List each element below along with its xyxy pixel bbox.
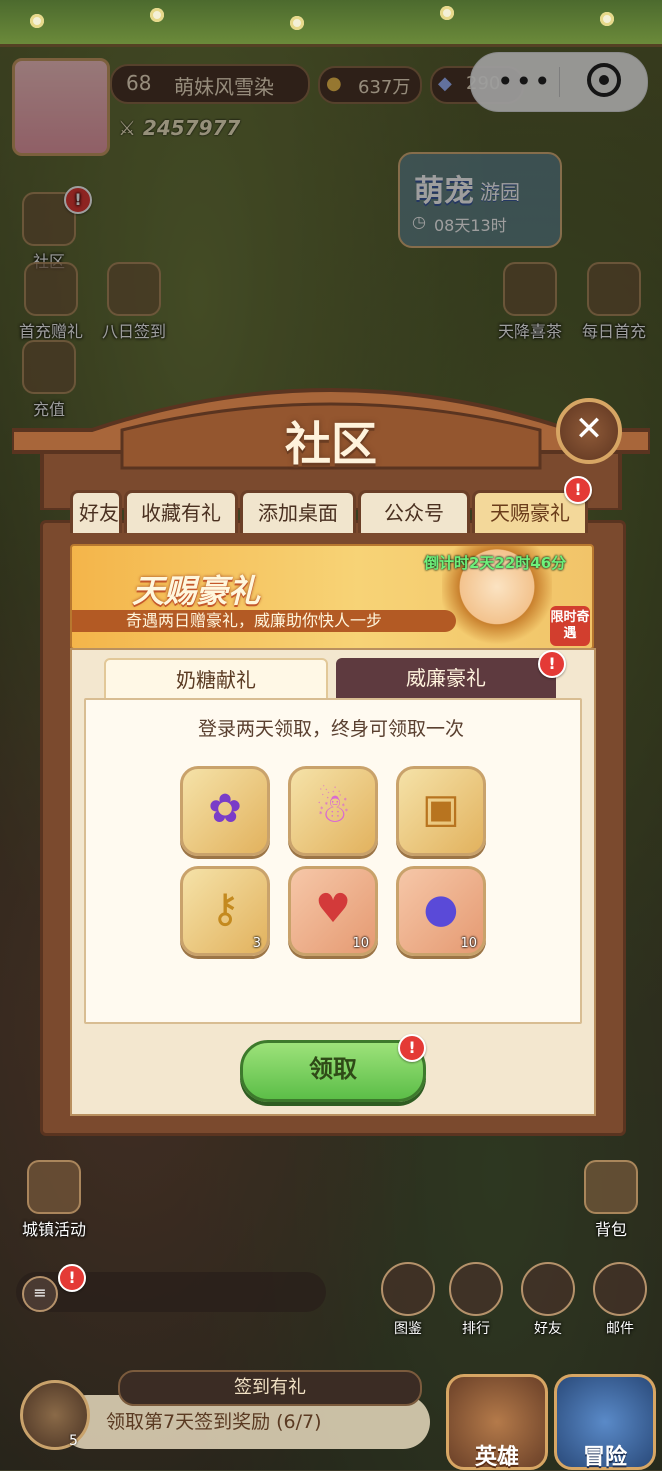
claim-alert-badge: !: [398, 1034, 426, 1062]
menu-bag-label: 背包: [594, 1220, 627, 1239]
backpack-icon: [584, 1160, 638, 1214]
reward-item[interactable]: ☃: [288, 766, 378, 856]
bottom-ranking-label: 排行: [462, 1321, 490, 1337]
tab-official-account-label: 公众号: [384, 501, 444, 525]
tab-heavenly-gift-label: 天赐豪礼: [490, 501, 570, 525]
tab-friends[interactable]: 好友: [70, 490, 122, 533]
reward-item[interactable]: ♥ 10: [288, 866, 378, 956]
adventure-button[interactable]: 冒险: [554, 1374, 656, 1470]
friends-icon: [521, 1262, 575, 1316]
reward-item[interactable]: ▣: [396, 766, 486, 856]
flower-decoration: [30, 14, 44, 28]
hero-button[interactable]: 英雄: [446, 1374, 548, 1470]
tab-favorites-label: 收藏有礼: [141, 501, 221, 525]
tab-add-desktop[interactable]: 添加桌面: [240, 490, 356, 533]
reward-panel: [84, 698, 582, 1024]
golden-chest-icon: ▣: [422, 786, 460, 832]
tab-add-desktop-label: 添加桌面: [258, 501, 338, 525]
subtab-candy-gift-label: 奶糖献礼: [176, 668, 256, 692]
signin-count: 5: [69, 1433, 78, 1449]
top-flower-strip: [0, 0, 662, 47]
book-icon: [381, 1262, 435, 1316]
tab-friends-label: 好友: [79, 501, 119, 525]
tab-official-account[interactable]: 公众号: [358, 490, 470, 533]
chat-icon: ≡: [22, 1276, 58, 1312]
bottom-ranking[interactable]: 排行: [448, 1262, 504, 1338]
banner-countdown: 倒计时2天22时46分: [424, 554, 567, 572]
subtab-candy-gift[interactable]: 奶糖献礼: [104, 658, 328, 702]
signin-gift-icon[interactable]: 5: [20, 1380, 90, 1450]
town-icon: [27, 1160, 81, 1214]
flower-decoration: [600, 12, 614, 26]
signin-title: 签到有礼: [118, 1370, 422, 1406]
flower-decoration: [440, 6, 454, 20]
trophy-icon: [449, 1262, 503, 1316]
chat-alert-badge: !: [58, 1264, 86, 1292]
signin-text: 领取第7天签到奖励: [106, 1411, 271, 1433]
reward-item[interactable]: ● 10: [396, 866, 486, 956]
menu-town-event-label: 城镇活动: [21, 1220, 86, 1239]
reward-count: 10: [352, 936, 369, 951]
banner-subtitle: 奇遇两日赠豪礼，威廉助你快人一步: [72, 610, 456, 632]
subtab-william-gift-label: 威廉豪礼: [406, 666, 486, 690]
banner-title: 天赐豪礼: [132, 572, 261, 610]
event-banner: 天赐豪礼 奇遇两日赠豪礼，威廉助你快人一步 倒计时2天22时46分 限时奇遇: [70, 544, 594, 650]
chat-bar[interactable]: ≡ !: [16, 1264, 326, 1312]
subtab-alert-badge: !: [538, 650, 566, 678]
adventure-button-label: 冒险: [582, 1445, 627, 1470]
bottom-codex[interactable]: 图鉴: [380, 1262, 436, 1338]
reward-count: 10: [460, 936, 477, 951]
menu-bag[interactable]: 背包: [578, 1160, 644, 1240]
flower-decoration: [150, 8, 164, 22]
tab-alert-badge: !: [564, 476, 592, 504]
bottom-mail-label: 邮件: [606, 1321, 634, 1337]
limited-time-badge: 限时奇遇: [550, 606, 590, 646]
close-icon: ✕: [574, 409, 604, 449]
bottom-friends-label: 好友: [534, 1321, 562, 1337]
signin-progress: (6/7): [276, 1411, 322, 1433]
close-button[interactable]: ✕: [556, 398, 622, 464]
reward-hint: 登录两天领取，终身可领取一次: [197, 718, 464, 740]
tab-favorites[interactable]: 收藏有礼: [124, 490, 238, 533]
mail-icon: [593, 1262, 647, 1316]
bottom-friends[interactable]: 好友: [520, 1262, 576, 1338]
menu-town-event[interactable]: 城镇活动: [14, 1160, 94, 1240]
bottom-mail[interactable]: 邮件: [592, 1262, 648, 1338]
star-frame-icon: ✿: [208, 786, 242, 832]
reward-item[interactable]: ✿: [180, 766, 270, 856]
bottom-codex-label: 图鉴: [394, 1321, 422, 1337]
flower-decoration: [290, 16, 304, 30]
reward-item[interactable]: ⚷ 3: [180, 866, 270, 956]
rainbow-gingerbread-icon: ☃: [315, 786, 351, 832]
hero-button-label: 英雄: [474, 1445, 519, 1470]
reward-count: 3: [252, 936, 261, 951]
subtab-william-gift[interactable]: 威廉豪礼: [336, 658, 556, 698]
